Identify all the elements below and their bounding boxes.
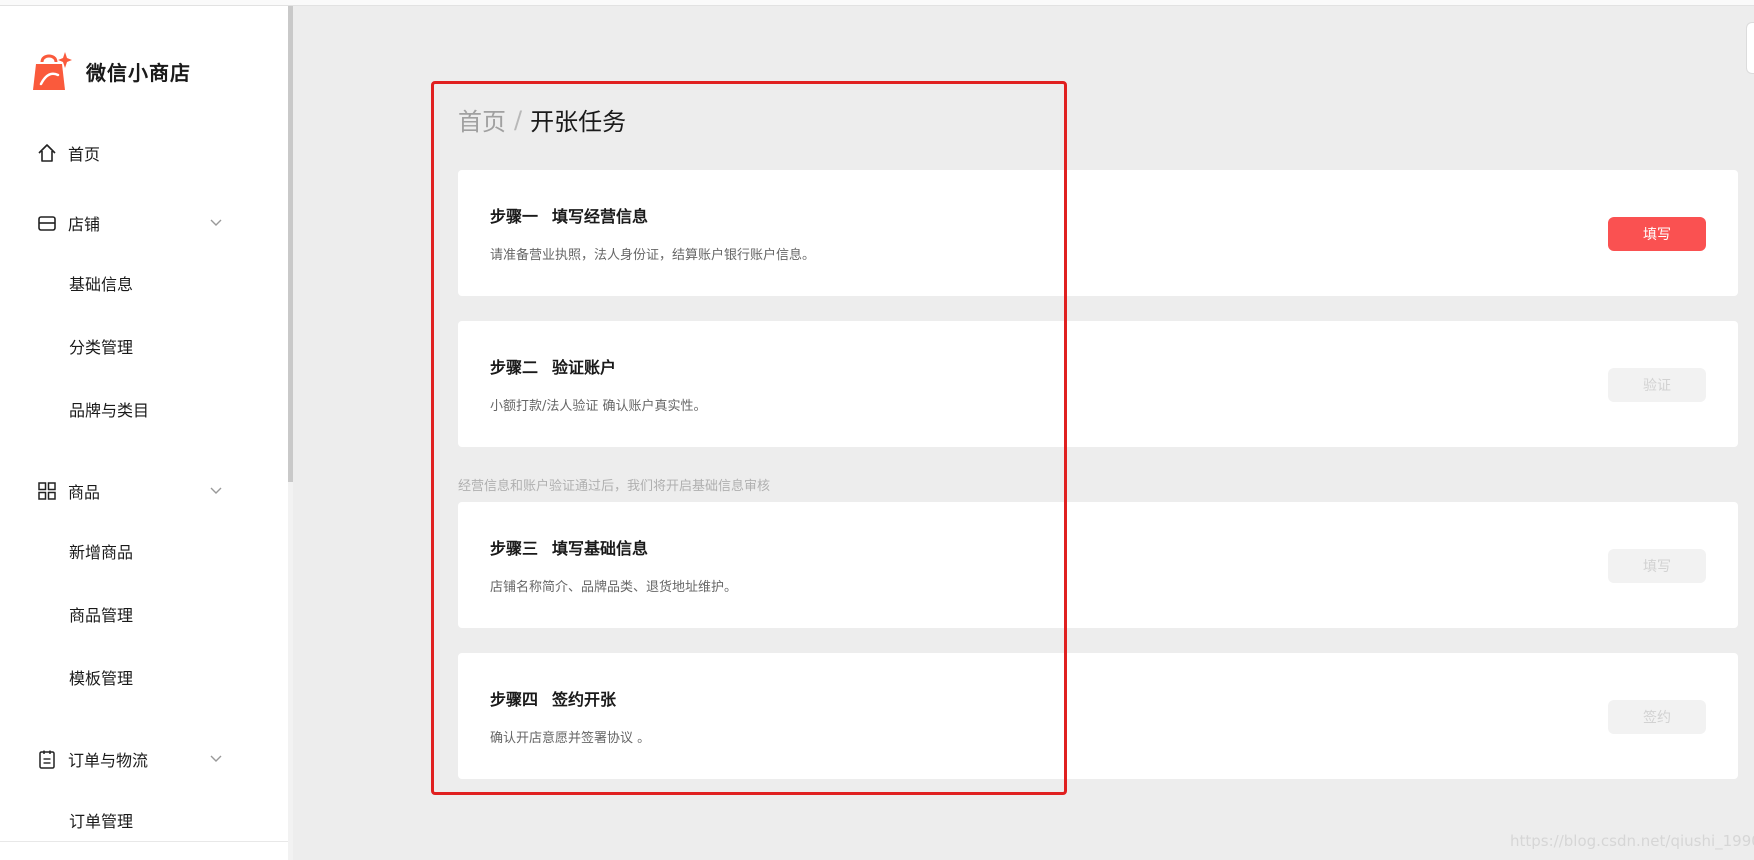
step-number: 步骤一 (490, 207, 539, 226)
sidebar-scrollbar-track (288, 482, 293, 860)
floating-panel-edge[interactable] (1746, 22, 1754, 74)
step-number: 步骤二 (490, 358, 539, 377)
home-icon (36, 142, 58, 164)
sidebar-group-orders[interactable]: 订单与物流 (36, 744, 236, 774)
sidebar-item-label: 首页 (68, 145, 101, 164)
divider (0, 841, 288, 842)
step-card-3: 步骤三 填写基础信息 店铺名称简介、品牌品类、退货地址维护。 填写 (458, 502, 1738, 628)
chevron-down-icon (210, 755, 222, 762)
step-title: 步骤四 签约开张 (490, 686, 616, 710)
step-description: 确认开店意愿并签署协议 。 (490, 731, 651, 746)
sidebar-group-label: 订单与物流 (68, 751, 149, 770)
breadcrumb: 首页 / 开张任务 (458, 102, 626, 137)
step-description: 店铺名称简介、品牌品类、退货地址维护。 (490, 580, 738, 595)
fill-business-info-button[interactable]: 填写 (1608, 217, 1706, 251)
page-title: 开张任务 (530, 108, 627, 136)
sidebar-group-label: 商品 (68, 483, 101, 502)
step-name: 填写基础信息 (552, 539, 649, 558)
sidebar-group-label: 店铺 (68, 215, 101, 234)
step-card-4: 步骤四 签约开张 确认开店意愿并签署协议 。 签约 (458, 653, 1738, 779)
breadcrumb-home-link[interactable]: 首页 (458, 102, 506, 137)
sidebar-item-brand[interactable]: 品牌与类目 (69, 396, 149, 422)
step-number: 步骤三 (490, 539, 539, 558)
sidebar-item-goods-manage[interactable]: 商品管理 (69, 601, 133, 627)
store-icon (36, 212, 58, 234)
step-number: 步骤四 (490, 690, 539, 709)
step-description: 请准备营业执照，法人身份证，结算账户银行账户信息。 (490, 248, 816, 263)
step-title: 步骤三 填写基础信息 (490, 535, 648, 559)
sidebar-item-order-manage[interactable]: 订单管理 (69, 807, 133, 833)
step-card-2: 步骤二 验证账户 小额打款/法人验证 确认账户真实性。 验证 (458, 321, 1738, 447)
sidebar-item-new-goods[interactable]: 新增商品 (69, 538, 133, 564)
fill-basic-info-button: 填写 (1608, 549, 1706, 583)
step-title: 步骤二 验证账户 (490, 354, 616, 378)
review-note: 经营信息和账户验证通过后，我们将开启基础信息审核 (458, 479, 771, 494)
step-card-1: 步骤一 填写经营信息 请准备营业执照，法人身份证，结算账户银行账户信息。 填写 (458, 170, 1738, 296)
step-description: 小额打款/法人验证 确认账户真实性。 (490, 399, 707, 414)
watermark: https://blog.csdn.net/qiushi_1990 (1510, 832, 1754, 850)
verify-account-button: 验证 (1608, 368, 1706, 402)
sidebar-item-home[interactable]: 首页 (36, 138, 236, 168)
app-name: 微信小商店 (86, 60, 191, 85)
app-logo[interactable]: 微信小商店 (32, 50, 191, 92)
grid-icon (36, 480, 58, 502)
sidebar-group-store[interactable]: 店铺 (36, 208, 236, 238)
chevron-down-icon (210, 487, 222, 494)
sidebar-scrollbar-thumb[interactable] (288, 6, 293, 482)
chevron-down-icon (210, 219, 222, 226)
breadcrumb-separator: / (514, 105, 523, 134)
step-name: 签约开张 (552, 690, 617, 709)
sidebar-item-category[interactable]: 分类管理 (69, 333, 133, 359)
step-name: 填写经营信息 (552, 207, 649, 226)
step-name: 验证账户 (552, 358, 617, 377)
step-title: 步骤一 填写经营信息 (490, 203, 648, 227)
shopping-bag-icon (33, 52, 72, 90)
sidebar-item-template[interactable]: 模板管理 (69, 664, 133, 690)
sidebar-group-goods[interactable]: 商品 (36, 476, 236, 506)
clipboard-icon (36, 748, 58, 770)
sidebar-item-basic-info[interactable]: 基础信息 (69, 270, 133, 296)
sign-contract-button: 签约 (1608, 700, 1706, 734)
sidebar: 微信小商店 首页 店铺 基础信息 分类管理 品牌与类目 商品 新增商品 商品管理… (0, 6, 288, 860)
